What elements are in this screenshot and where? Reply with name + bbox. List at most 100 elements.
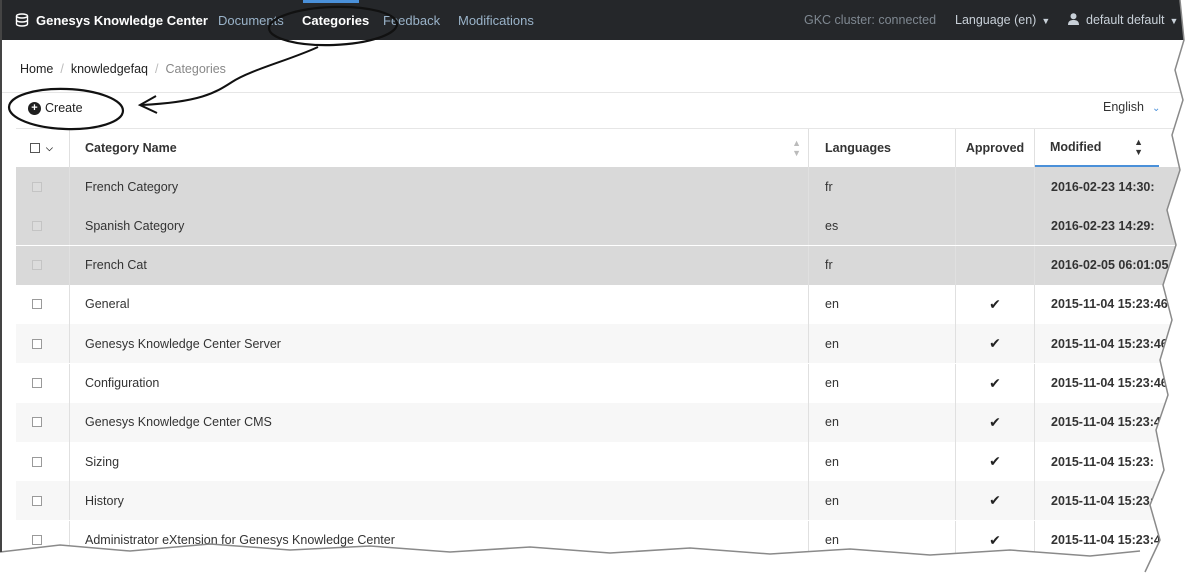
- row-checkbox[interactable]: [32, 417, 42, 428]
- select-all-control[interactable]: ⌵: [30, 129, 70, 167]
- header-category-name[interactable]: Category Name ▲ ▼: [85, 129, 809, 167]
- checkmark-icon: ✔: [989, 413, 1001, 430]
- table-row[interactable]: French Category fr 2016-02-23 14:30:: [16, 167, 1199, 206]
- checkmark-icon: ✔: [989, 531, 1001, 548]
- cell-modified: 2015-11-04 15:23:46: [1051, 376, 1168, 390]
- cell-approved: ✔: [956, 442, 1034, 481]
- cell-category-name[interactable]: History: [85, 481, 805, 520]
- create-button[interactable]: + Create: [28, 99, 83, 117]
- row-checkbox[interactable]: [32, 181, 42, 192]
- row-select[interactable]: [32, 246, 62, 285]
- row-checkbox[interactable]: [32, 220, 42, 231]
- cell-modified: 2015-11-04 15:23:: [1051, 493, 1154, 508]
- cell-category-name[interactable]: French Cat: [85, 246, 805, 285]
- toolbar-divider: [0, 92, 1199, 93]
- column-divider: [69, 481, 70, 521]
- row-select[interactable]: [32, 442, 62, 481]
- breadcrumb-separator: /: [154, 62, 159, 76]
- sort-icon[interactable]: ▲ ▼: [792, 138, 801, 158]
- cell-modified: 2015-11-04 15:23:: [1051, 454, 1154, 469]
- column-divider: [808, 442, 809, 482]
- row-checkbox[interactable]: [32, 299, 42, 310]
- row-select[interactable]: [32, 206, 62, 245]
- user-menu[interactable]: default default ▼: [1068, 0, 1178, 40]
- row-select[interactable]: [32, 403, 62, 442]
- nav-documents[interactable]: Documents: [218, 0, 284, 40]
- cell-approved: ✔: [956, 481, 1034, 520]
- column-divider: [69, 520, 70, 560]
- row-checkbox[interactable]: [32, 260, 42, 271]
- cell-language: fr: [825, 258, 833, 273]
- app-window: Genesys Knowledge Center Documents Categ…: [0, 0, 1199, 588]
- nav-categories[interactable]: Categories: [302, 0, 369, 40]
- chevron-down-icon[interactable]: ⌵: [46, 143, 53, 154]
- nav-feedback[interactable]: Feedback: [383, 0, 440, 40]
- sort-icon[interactable]: ▲ ▼: [1134, 137, 1143, 157]
- chevron-down-icon: ⌄: [1152, 103, 1161, 114]
- table-row[interactable]: Genesys Knowledge Center CMS en ✔ 2015-11-0…: [16, 402, 1199, 442]
- table-row[interactable]: Sizing en ✔ 2015-11-04 15:23:: [16, 442, 1199, 482]
- language-menu-label: Language (en): [955, 13, 1037, 27]
- cell-category-name[interactable]: Administrator eXtension for Genesys Know…: [85, 521, 805, 560]
- language-select[interactable]: English ⌄: [1103, 100, 1160, 114]
- select-all-checkbox[interactable]: [30, 143, 40, 153]
- table-row[interactable]: French Cat fr 2016-02-05 06:01:05: [16, 245, 1199, 285]
- table-row[interactable]: Configuration en ✔ 2015-11-04 15:23:46: [16, 363, 1199, 403]
- column-divider: [808, 245, 809, 285]
- column-divider: [69, 363, 70, 403]
- header-languages[interactable]: Languages: [825, 129, 955, 167]
- cell-category-name[interactable]: General: [85, 285, 805, 324]
- breadcrumb-home[interactable]: Home: [20, 62, 53, 76]
- column-divider: [69, 129, 70, 167]
- cell-approved: [956, 206, 1034, 245]
- row-checkbox[interactable]: [32, 535, 42, 546]
- cell-language: en: [825, 297, 839, 312]
- table-row[interactable]: Genesys Knowledge Center Server en ✔ 2015-1…: [16, 324, 1199, 364]
- row-select[interactable]: [32, 364, 62, 403]
- cell-modified: 2015-11-04 15:23:46: [1051, 415, 1168, 430]
- header-modified[interactable]: Modified ▲ ▼: [1035, 129, 1159, 167]
- user-name: default default: [1086, 13, 1165, 27]
- cell-category-name[interactable]: Spanish Category: [85, 206, 805, 245]
- cell-category-name[interactable]: Genesys Knowledge Center CMS: [85, 403, 805, 442]
- cluster-state: connected: [878, 13, 937, 27]
- table-row[interactable]: History en ✔ 2015-11-04 15:23:: [16, 481, 1199, 521]
- row-checkbox[interactable]: [32, 378, 42, 388]
- row-select[interactable]: [32, 167, 62, 206]
- app-title: Genesys Knowledge Center: [36, 12, 208, 28]
- table-row[interactable]: Administrator eXtension for Genesys Know…: [16, 520, 1199, 560]
- table-row[interactable]: Spanish Category es 2016-02-23 14:29:: [16, 206, 1199, 246]
- column-divider: [808, 363, 809, 403]
- breadcrumb-knowledgebase[interactable]: knowledgefaq: [71, 62, 148, 76]
- column-divider: [69, 167, 70, 206]
- row-select[interactable]: [32, 285, 62, 324]
- brand[interactable]: Genesys Knowledge Center: [15, 0, 208, 40]
- user-icon: [1068, 13, 1079, 25]
- cell-category-name[interactable]: French Category: [85, 167, 805, 206]
- row-select[interactable]: [32, 521, 62, 560]
- row-select[interactable]: [32, 324, 62, 363]
- cell-language: es: [825, 218, 839, 233]
- column-divider: [69, 442, 70, 482]
- table-row[interactable]: General en ✔ 2015-11-04 15:23:46: [16, 284, 1199, 324]
- checkmark-icon: ✔: [989, 374, 1001, 391]
- cell-language: en: [825, 415, 839, 430]
- cell-category-name[interactable]: Sizing: [85, 442, 805, 481]
- plus-circle-icon: +: [28, 101, 41, 115]
- breadcrumb-separator: /: [60, 62, 64, 76]
- cell-approved: ✔: [956, 285, 1034, 324]
- column-divider: [69, 245, 70, 285]
- row-checkbox[interactable]: [32, 456, 42, 467]
- cell-approved: ✔: [956, 364, 1034, 403]
- cell-category-name[interactable]: Genesys Knowledge Center Server: [85, 324, 805, 363]
- row-checkbox[interactable]: [32, 338, 42, 349]
- language-select-value: English: [1103, 100, 1144, 114]
- language-menu[interactable]: Language (en) ▼: [955, 0, 1050, 40]
- header-approved[interactable]: Approved: [956, 129, 1034, 167]
- cell-category-name[interactable]: Configuration: [85, 364, 805, 403]
- cell-language: en: [825, 493, 839, 508]
- row-checkbox[interactable]: [32, 495, 42, 506]
- nav-modifications[interactable]: Modifications: [458, 0, 534, 40]
- row-select[interactable]: [32, 481, 62, 520]
- checkmark-icon: ✔: [989, 453, 1001, 470]
